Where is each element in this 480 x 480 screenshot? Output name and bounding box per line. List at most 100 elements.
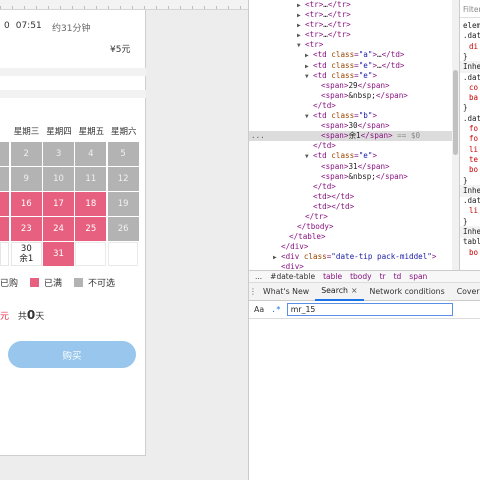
style-rule-line[interactable]: } xyxy=(463,217,468,226)
dom-node-code: <tr> xyxy=(305,40,323,50)
dom-node-code: <td class="e">…</td> xyxy=(313,61,404,71)
style-rule-line[interactable]: } xyxy=(463,176,468,185)
calendar-day-cell[interactable]: 24 xyxy=(43,217,74,241)
drawer-menu-icon[interactable]: ⋮ xyxy=(249,287,257,296)
dom-node-line[interactable]: ▶ <tr>…</tr> xyxy=(249,20,452,30)
calendar-day-cell[interactable] xyxy=(0,192,10,216)
calendar-day-cell[interactable]: 17 xyxy=(43,192,74,216)
style-rule-line[interactable]: .date xyxy=(463,114,480,123)
styles-filter-input[interactable]: Filter xyxy=(463,5,480,14)
style-rule-line[interactable]: .date xyxy=(463,73,480,82)
style-rule-line[interactable]: } xyxy=(463,52,468,61)
buy-button[interactable]: 购买 xyxy=(8,341,136,368)
style-rule-line[interactable]: te xyxy=(469,155,478,164)
calendar-day-cell[interactable]: 31 xyxy=(43,242,74,266)
dom-node-line[interactable]: ▶ <td class="a">…</td> xyxy=(249,50,452,60)
drawer-tab[interactable]: What's New xyxy=(257,283,315,301)
search-input[interactable] xyxy=(286,303,453,316)
close-icon[interactable]: × xyxy=(351,286,358,295)
calendar-day-cell[interactable] xyxy=(0,217,10,241)
dom-node-line[interactable]: </tr> xyxy=(249,212,452,222)
dom-node-line[interactable]: <div> xyxy=(249,262,452,270)
calendar-day-cell[interactable]: 18 xyxy=(75,192,107,216)
calendar-day-number: 11 xyxy=(85,174,97,184)
code-token: 30 xyxy=(348,121,358,131)
dom-node-line[interactable]: ▶ <td class="e">…</td> xyxy=(249,61,452,71)
style-rule-line[interactable]: bo xyxy=(469,248,478,257)
dom-node-line[interactable]: ▶ <tr>…</tr> xyxy=(249,0,452,10)
breadcrumb-item[interactable]: tr xyxy=(380,272,386,281)
code-token: <td xyxy=(313,111,332,121)
dom-node-line[interactable]: ▼ <tr> xyxy=(249,40,452,50)
dom-node-line[interactable]: <span>30</span> xyxy=(249,121,452,131)
style-rule-line[interactable]: } xyxy=(463,103,468,112)
dom-node-line[interactable]: ▶ <tr>…</tr> xyxy=(249,30,452,40)
dom-node-line[interactable]: ▼ <td class="e"> xyxy=(249,151,452,161)
dom-node-line[interactable]: </tbody> xyxy=(249,222,452,232)
selected-dom-node[interactable]: ... <span>余1</span> == $0 xyxy=(249,131,452,142)
elements-scroll-thumb[interactable] xyxy=(453,70,458,155)
dom-node-line[interactable]: <span>&nbsp;</span> xyxy=(249,91,452,101)
breadcrumb-item[interactable]: #date-table xyxy=(270,272,315,281)
dom-node-line[interactable]: </table> xyxy=(249,232,452,242)
code-token: &nbsp; xyxy=(348,171,376,181)
style-rule-line[interactable]: table xyxy=(463,237,480,246)
dom-node-line[interactable]: <td></td> xyxy=(249,192,452,202)
style-rule-line[interactable]: fo xyxy=(469,134,478,143)
style-rule-line[interactable]: li xyxy=(469,145,478,154)
style-rule-line[interactable]: Inheri xyxy=(463,186,480,195)
dom-node-line[interactable]: <span>&nbsp;</span> xyxy=(249,172,452,182)
style-rule-line[interactable]: di xyxy=(469,42,478,51)
drawer-tab[interactable]: Network conditions xyxy=(364,283,451,301)
dom-node-line[interactable]: ▼ <td class="b"> xyxy=(249,111,452,121)
calendar-week-row: 23 24 25 26 xyxy=(0,217,140,242)
breadcrumb-item[interactable]: tbody xyxy=(350,272,372,281)
dom-node-line[interactable]: <span>29</span> xyxy=(249,81,452,91)
dom-node-line[interactable]: </td> xyxy=(249,182,452,192)
style-rule-line[interactable]: .data xyxy=(463,196,480,205)
dom-node-line[interactable]: ▶ <tr>…</tr> xyxy=(249,10,452,20)
style-rule-line[interactable]: bo xyxy=(469,165,478,174)
breadcrumb-item[interactable]: table xyxy=(323,272,342,281)
code-token: <span> xyxy=(321,90,349,100)
style-rule-line[interactable]: fo xyxy=(469,124,478,133)
style-rule-line[interactable]: co xyxy=(469,83,478,92)
calendar-day-cell: 12 xyxy=(107,167,139,191)
trip-time: 0 07:51 xyxy=(4,21,42,31)
calendar-day-cell: 2 xyxy=(10,142,42,166)
style-rule-line[interactable]: ba xyxy=(469,93,478,102)
dom-node-line[interactable]: <span>31</span> xyxy=(249,162,452,172)
regex-button[interactable]: .* xyxy=(271,305,281,314)
match-case-button[interactable]: Aa xyxy=(254,305,264,314)
styles-pane[interactable]: Filtereleme.datedi}Inheri.datecoba}.date… xyxy=(459,0,480,270)
style-rule-line[interactable]: Inheri xyxy=(463,62,480,71)
breadcrumb-item[interactable]: span xyxy=(409,272,427,281)
code-token: class xyxy=(331,70,355,80)
style-rule-line[interactable]: Inheri xyxy=(463,227,480,236)
calendar-day-remaining: 余1 xyxy=(19,254,34,264)
calendar-day-cell[interactable]: 30 余1 xyxy=(10,242,42,266)
code-token: </tr> xyxy=(305,211,328,221)
dom-node-line[interactable]: </div> xyxy=(249,242,452,252)
calendar-day-cell xyxy=(107,242,139,266)
dom-node-line[interactable]: ▼ <td class="e"> xyxy=(249,71,452,81)
style-rule-line[interactable]: li xyxy=(469,206,478,215)
dom-node-line[interactable]: ▶ <div class="date-tip pack-middel"> xyxy=(249,252,452,262)
dom-node-line[interactable]: </td> xyxy=(249,101,452,111)
dom-node-line[interactable]: </td> xyxy=(249,141,452,151)
calendar-day-cell[interactable] xyxy=(0,242,10,266)
node-actions-icon[interactable]: ... xyxy=(251,131,265,141)
style-rule-line[interactable]: eleme xyxy=(463,21,480,30)
dom-node-line[interactable]: <td></td> xyxy=(249,202,452,212)
calendar-day-cell[interactable]: 23 xyxy=(10,217,42,241)
elements-tree[interactable]: ▶ <tr>…</tr> ▶ <tr>…</tr> ▶ <tr>…</tr> ▶ <tr>…<… xyxy=(249,0,452,270)
calendar-day-cell[interactable]: 16 xyxy=(10,192,42,216)
breadcrumb-item[interactable]: td xyxy=(394,272,402,281)
calendar-day-cell[interactable]: 25 xyxy=(75,217,107,241)
legend-unavailable: 不可选 xyxy=(74,276,115,289)
elements-scrollbar[interactable] xyxy=(452,0,459,270)
drawer-tab[interactable]: Covera xyxy=(451,283,480,301)
style-rule-line[interactable]: .date xyxy=(463,31,480,40)
breadcrumb-item[interactable]: ... xyxy=(255,272,262,281)
drawer-tab[interactable]: Search × xyxy=(315,283,364,301)
